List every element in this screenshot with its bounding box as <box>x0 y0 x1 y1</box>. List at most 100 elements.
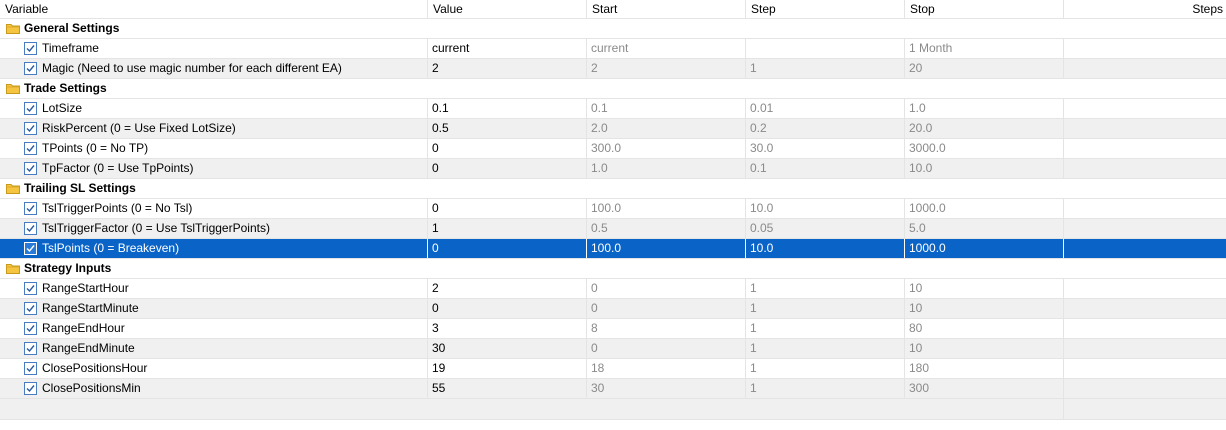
cell-stop[interactable]: 180 <box>905 359 1064 378</box>
cell-stop[interactable]: 1.0 <box>905 99 1064 118</box>
cell-stop[interactable]: 1 Month <box>905 39 1064 58</box>
column-header-step[interactable]: Step <box>746 0 905 19</box>
parameter-row[interactable]: LotSize 0.1 0.1 0.01 1.0 <box>0 99 1226 119</box>
parameter-row[interactable]: TslTriggerFactor (0 = Use TslTriggerPoin… <box>0 219 1226 239</box>
parameter-row[interactable]: Magic (Need to use magic number for each… <box>0 59 1226 79</box>
cell-steps[interactable] <box>1064 339 1226 358</box>
cell-value[interactable]: 0 <box>428 159 587 178</box>
parameter-row[interactable]: TslPoints (0 = Breakeven) 0 100.0 10.0 1000.… <box>0 239 1226 259</box>
cell-value[interactable]: 0 <box>428 299 587 318</box>
cell-start[interactable]: 100.0 <box>587 199 746 218</box>
cell-start[interactable]: 8 <box>587 319 746 338</box>
cell-step[interactable]: 1 <box>746 319 905 338</box>
cell-steps[interactable] <box>1064 119 1226 138</box>
column-header-start[interactable]: Start <box>587 0 746 19</box>
cell-steps[interactable] <box>1064 239 1226 258</box>
parameter-row[interactable]: TpFactor (0 = Use TpPoints) 0 1.0 0.1 10.0 <box>0 159 1226 179</box>
parameter-row[interactable]: RangeStartMinute 0 0 1 10 <box>0 299 1226 319</box>
cell-step[interactable]: 1 <box>746 279 905 298</box>
parameter-row[interactable]: TPoints (0 = No TP) 0 300.0 30.0 3000.0 <box>0 139 1226 159</box>
cell-step[interactable]: 1 <box>746 359 905 378</box>
parameter-row[interactable]: RiskPercent (0 = Use Fixed LotSize) 0.5 2.… <box>0 119 1226 139</box>
cell-steps[interactable] <box>1064 199 1226 218</box>
cell-steps[interactable] <box>1064 359 1226 378</box>
parameter-row[interactable]: ClosePositionsMin 55 30 1 300 <box>0 379 1226 399</box>
cell-start[interactable]: 0 <box>587 299 746 318</box>
cell-start[interactable]: 0.1 <box>587 99 746 118</box>
cell-start[interactable]: 2 <box>587 59 746 78</box>
cell-step[interactable]: 0.1 <box>746 159 905 178</box>
cell-start[interactable]: 300.0 <box>587 139 746 158</box>
cell-start[interactable]: 2.0 <box>587 119 746 138</box>
cell-stop[interactable]: 10 <box>905 279 1064 298</box>
cell-step[interactable]: 30.0 <box>746 139 905 158</box>
cell-steps[interactable] <box>1064 219 1226 238</box>
cell-step[interactable]: 0.05 <box>746 219 905 238</box>
cell-steps[interactable] <box>1064 59 1226 78</box>
cell-steps[interactable] <box>1064 299 1226 318</box>
cell-start[interactable]: 100.0 <box>587 239 746 258</box>
cell-stop[interactable]: 3000.0 <box>905 139 1064 158</box>
cell-start[interactable]: 18 <box>587 359 746 378</box>
cell-stop[interactable]: 1000.0 <box>905 239 1064 258</box>
cell-value[interactable]: 0 <box>428 139 587 158</box>
cell-steps[interactable] <box>1064 139 1226 158</box>
group-row[interactable]: Strategy Inputs <box>0 259 1226 279</box>
column-header-steps[interactable]: Steps <box>1064 0 1226 19</box>
cell-start[interactable]: 0.5 <box>587 219 746 238</box>
cell-step[interactable]: 1 <box>746 299 905 318</box>
cell-start[interactable]: 0 <box>587 279 746 298</box>
cell-value[interactable]: 2 <box>428 59 587 78</box>
cell-value[interactable]: 0 <box>428 199 587 218</box>
column-header-stop[interactable]: Stop <box>905 0 1064 19</box>
cell-step[interactable]: 0.01 <box>746 99 905 118</box>
cell-value[interactable]: current <box>428 39 587 58</box>
cell-step[interactable]: 0.2 <box>746 119 905 138</box>
cell-value[interactable]: 3 <box>428 319 587 338</box>
cell-start[interactable]: 1.0 <box>587 159 746 178</box>
column-header-value[interactable]: Value <box>428 0 587 19</box>
cell-step[interactable]: 10.0 <box>746 239 905 258</box>
cell-value[interactable]: 0 <box>428 239 587 258</box>
cell-start[interactable]: 0 <box>587 339 746 358</box>
cell-start[interactable]: 30 <box>587 379 746 398</box>
cell-step[interactable]: 1 <box>746 339 905 358</box>
column-header-variable[interactable]: Variable <box>0 0 428 19</box>
group-row[interactable]: Trade Settings <box>0 79 1226 99</box>
cell-step[interactable] <box>746 39 905 58</box>
parameter-row[interactable]: RangeStartHour 2 0 1 10 <box>0 279 1226 299</box>
parameter-row[interactable]: RangeEndHour 3 8 1 80 <box>0 319 1226 339</box>
cell-stop[interactable]: 1000.0 <box>905 199 1064 218</box>
cell-value[interactable]: 55 <box>428 379 587 398</box>
cell-steps[interactable] <box>1064 319 1226 338</box>
cell-stop[interactable]: 80 <box>905 319 1064 338</box>
cell-stop[interactable]: 10.0 <box>905 159 1064 178</box>
group-row[interactable]: General Settings <box>0 19 1226 39</box>
group-row[interactable]: Trailing SL Settings <box>0 179 1226 199</box>
parameter-row[interactable]: Timeframe current current 1 Month <box>0 39 1226 59</box>
cell-start[interactable]: current <box>587 39 746 58</box>
cell-stop[interactable]: 10 <box>905 299 1064 318</box>
cell-value[interactable]: 1 <box>428 219 587 238</box>
cell-stop[interactable]: 300 <box>905 379 1064 398</box>
cell-value[interactable]: 19 <box>428 359 587 378</box>
cell-value[interactable]: 2 <box>428 279 587 298</box>
cell-step[interactable]: 1 <box>746 379 905 398</box>
cell-stop[interactable]: 20 <box>905 59 1064 78</box>
cell-steps[interactable] <box>1064 39 1226 58</box>
cell-steps[interactable] <box>1064 159 1226 178</box>
parameter-row[interactable]: TslTriggerPoints (0 = No Tsl) 0 100.0 10.0 1… <box>0 199 1226 219</box>
parameter-row[interactable]: ClosePositionsHour 19 18 1 180 <box>0 359 1226 379</box>
cell-step[interactable]: 1 <box>746 59 905 78</box>
cell-step[interactable]: 10.0 <box>746 199 905 218</box>
cell-steps[interactable] <box>1064 99 1226 118</box>
cell-stop[interactable]: 5.0 <box>905 219 1064 238</box>
cell-value[interactable]: 0.1 <box>428 99 587 118</box>
cell-stop[interactable]: 20.0 <box>905 119 1064 138</box>
cell-stop[interactable]: 10 <box>905 339 1064 358</box>
cell-steps[interactable] <box>1064 379 1226 398</box>
parameter-row[interactable]: RangeEndMinute 30 0 1 10 <box>0 339 1226 359</box>
cell-steps[interactable] <box>1064 279 1226 298</box>
cell-value[interactable]: 30 <box>428 339 587 358</box>
cell-value[interactable]: 0.5 <box>428 119 587 138</box>
